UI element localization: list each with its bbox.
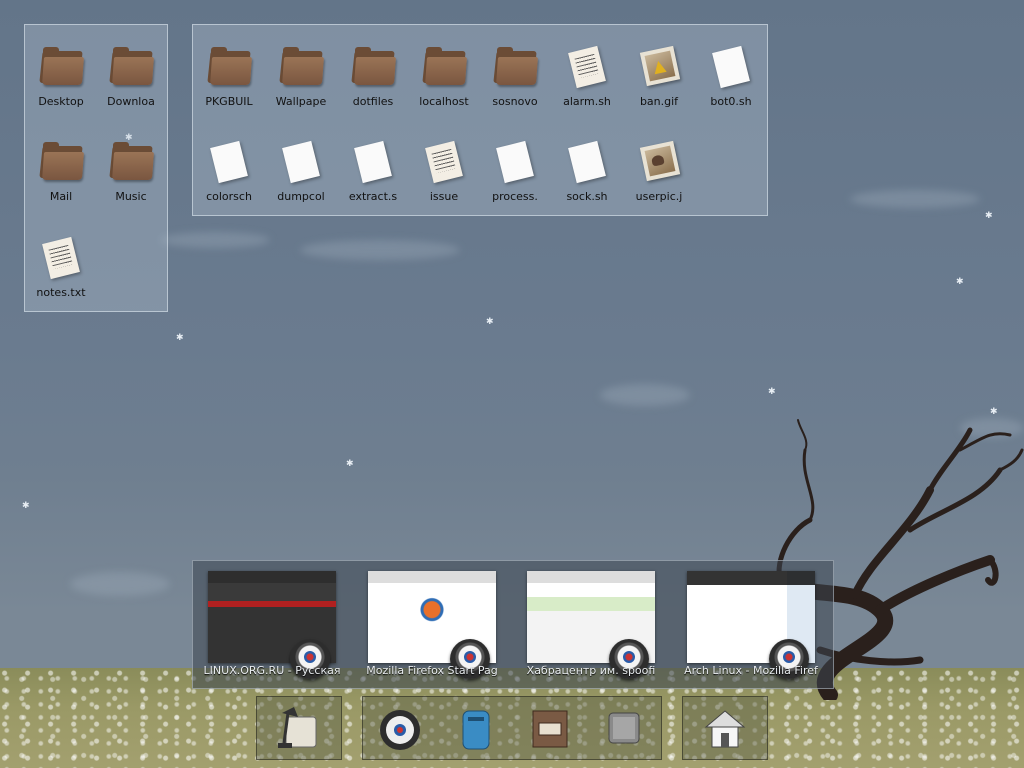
terminal-cube-icon (608, 712, 640, 744)
cloud (300, 240, 460, 260)
image-file-icon (639, 140, 681, 182)
desktop-icon-label: extract.s (348, 190, 398, 203)
desktop-icon-sosnovo[interactable]: sosnovo (479, 41, 551, 108)
desktop-icon-label: dotfiles (352, 95, 394, 108)
snowflake: ✱ (956, 277, 964, 287)
dock-group-tools (256, 696, 342, 760)
desktop-icon-label: ban.gif (639, 95, 679, 108)
desktop-icon-label: Music (115, 190, 147, 203)
cloud (600, 384, 690, 406)
snowflake: ✱ (176, 333, 184, 343)
desktop-icon-label: userpic.j (635, 190, 683, 203)
mailbox-icon (462, 710, 490, 750)
cloud (160, 232, 270, 248)
snowflake: ✱ (486, 317, 494, 327)
desktop-icon-process[interactable]: process. (479, 136, 551, 203)
desktop-icon-label: alarm.sh (563, 95, 611, 108)
blank-file-icon (282, 140, 320, 184)
desktop-icon-wallpapers[interactable]: Wallpape (265, 41, 337, 108)
desktop-icon-downloads[interactable]: Downloa (95, 41, 167, 108)
desktop-icon-label: sosnovo (492, 95, 538, 108)
desktop-icon-music[interactable]: Music (95, 136, 167, 203)
mailbox-launcher[interactable] (451, 703, 501, 753)
blank-file-icon (568, 140, 606, 184)
terminal-launcher[interactable] (599, 703, 649, 753)
file-cabinet-launcher[interactable] (525, 703, 575, 753)
desktop-icon-issue[interactable]: issue (408, 136, 480, 203)
task-window-arch-linux[interactable]: Arch Linux - Mozilla Firef (684, 571, 818, 683)
desktop-icon-label: dumpcol (277, 190, 325, 203)
text-file-icon (42, 236, 80, 280)
blank-file-icon (496, 140, 534, 184)
desktop-icon-extract-sh[interactable]: extract.s (337, 136, 409, 203)
desktop-icon-bot0-sh[interactable]: bot0.sh (695, 41, 767, 108)
task-window-firefox-start[interactable]: Mozilla Firefox Start Pag (366, 571, 498, 683)
snowflake: ✱ (768, 387, 776, 397)
image-file-icon (639, 45, 681, 87)
desktop-icon-label: bot0.sh (710, 95, 752, 108)
task-window-title: Хабрацентр им. spoofi (526, 664, 656, 677)
text-file-icon (568, 45, 606, 89)
desktop-icon-label: sock.sh (566, 190, 608, 203)
desktop-icon-label: issue (429, 190, 459, 203)
desktop-icon-panel-files: PKGBUIL Wallpape dotfiles localhost sosn… (192, 24, 768, 216)
folder-icon (39, 47, 84, 85)
text-file-icon (425, 140, 463, 184)
desktop-icon-label: PKGBUIL (205, 95, 253, 108)
desktop-icon-localhost[interactable]: localhost (408, 41, 480, 108)
desktop-icon-mail[interactable]: Mail (25, 136, 97, 203)
desktop-icon-dotfiles[interactable]: dotfiles (337, 41, 409, 108)
task-window-habracenter[interactable]: Хабрацентр им. spoofi (527, 571, 655, 683)
window-switcher-taskbar: LINUX.ORG.RU - Русская Mozilla Firefox S… (192, 560, 834, 689)
desktop-icon-pkgbuild[interactable]: PKGBUIL (193, 41, 265, 108)
desktop-icon-sock-sh[interactable]: sock.sh (551, 136, 623, 203)
desk-lamp-launcher[interactable] (274, 703, 324, 753)
dock-group-apps (362, 696, 662, 760)
dock-group-places (682, 696, 768, 760)
folder-icon (279, 47, 324, 85)
file-cabinet-icon (532, 710, 568, 748)
folder-icon (207, 47, 252, 85)
home-icon (704, 710, 746, 748)
desktop-icon-userpic-jpg[interactable]: userpic.j (623, 136, 695, 203)
cloud (850, 190, 980, 208)
desktop-icon-label: process. (492, 190, 538, 203)
cloud (70, 572, 170, 596)
desktop-icon-colorscheme[interactable]: colorsch (193, 136, 265, 203)
home-launcher[interactable] (700, 703, 750, 753)
desktop-icon-desktop[interactable]: Desktop (25, 41, 97, 108)
task-window-linux-org-ru[interactable]: LINUX.ORG.RU - Русская (204, 571, 340, 683)
desktop-icon-label: localhost (419, 95, 469, 108)
task-window-title: Arch Linux - Mozilla Firef (684, 664, 818, 677)
desktop-icon-alarm-sh[interactable]: alarm.sh (551, 41, 623, 108)
desktop-icon-label: notes.txt (36, 286, 86, 299)
folder-icon (109, 47, 154, 85)
desktop-icon-label: colorsch (206, 190, 252, 203)
desk-lamp-icon (278, 707, 317, 748)
folder-icon (109, 142, 154, 180)
desktop-icon-label: Downloa (107, 95, 155, 108)
task-window-title: Mozilla Firefox Start Pag (366, 664, 498, 677)
desktop-icon-notes-txt[interactable]: notes.txt (25, 232, 97, 299)
snowflake: ✱ (985, 211, 993, 221)
desktop-icon-label: Desktop (38, 95, 84, 108)
folder-icon (422, 47, 467, 85)
desktop-icon-ban-gif[interactable]: ban.gif (623, 41, 695, 108)
folder-icon (351, 47, 396, 85)
blank-file-icon (210, 140, 248, 184)
web-browser-launcher[interactable] (375, 703, 425, 753)
folder-icon (39, 142, 84, 180)
desktop-icon-dumpcol[interactable]: dumpcol (265, 136, 337, 203)
blank-file-icon (712, 45, 750, 89)
blank-file-icon (354, 140, 392, 184)
snowflake: ✱ (346, 459, 354, 469)
folder-icon (493, 47, 538, 85)
desktop-icon-label: Mail (49, 190, 73, 203)
desktop-icon-label: Wallpape (275, 95, 327, 108)
task-window-title: LINUX.ORG.RU - Русская (203, 664, 341, 677)
snowflake: ✱ (22, 501, 30, 511)
desktop-icon-panel-home: Desktop Downloa Mail Music notes.txt (24, 24, 168, 312)
web-browser-icon (380, 710, 420, 750)
